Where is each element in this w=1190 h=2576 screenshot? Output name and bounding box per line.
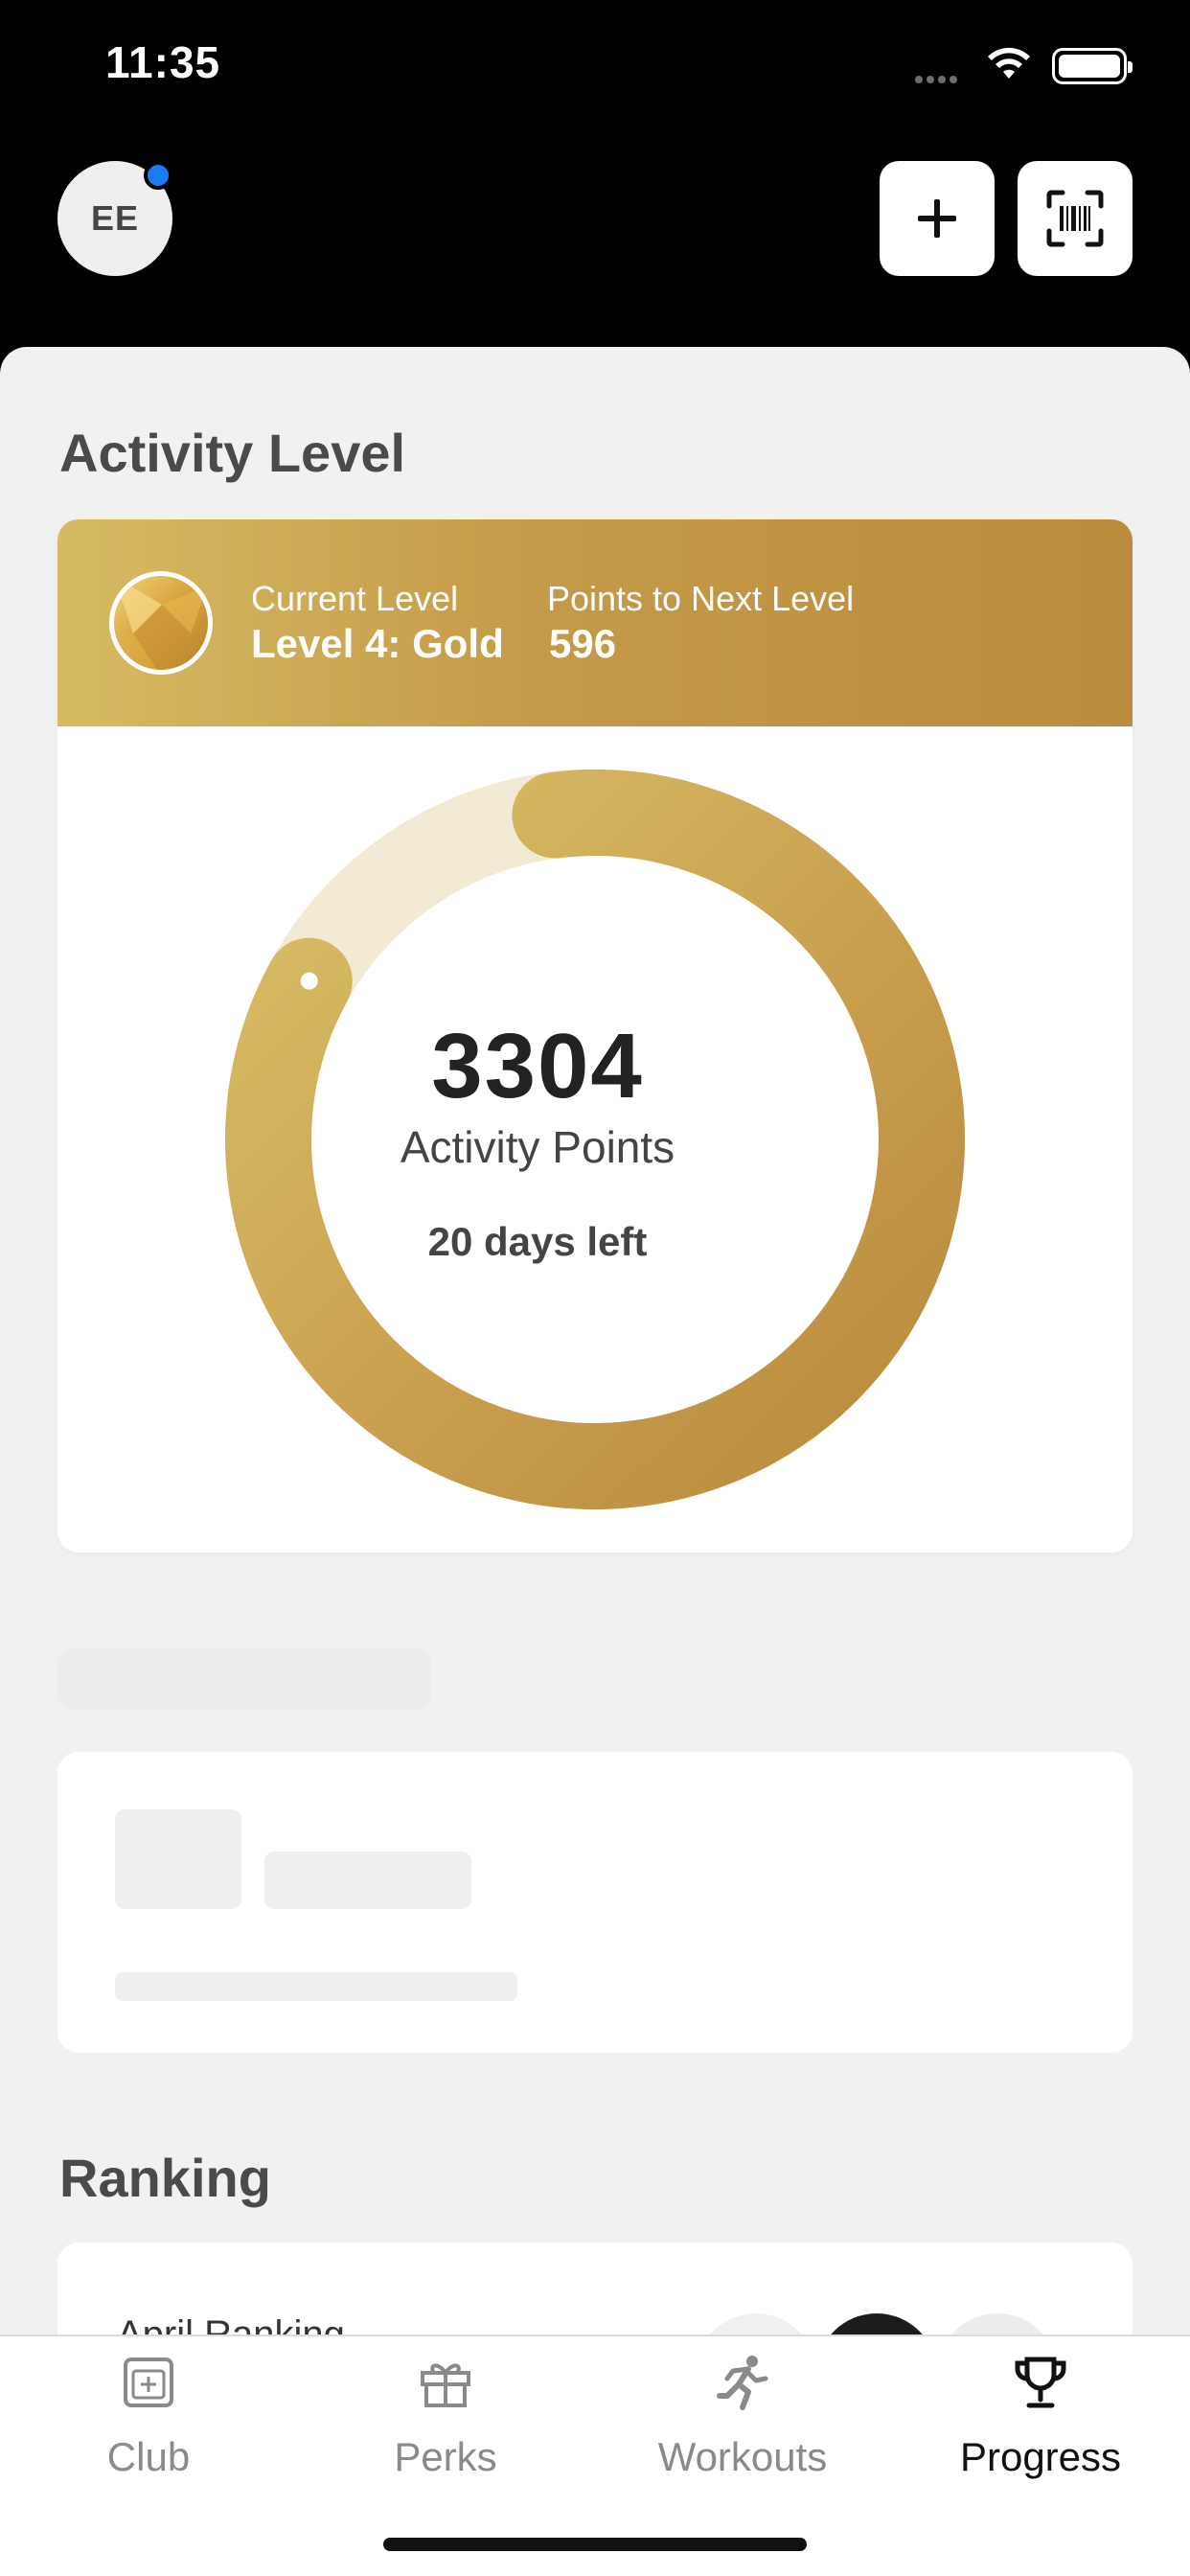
- battery-icon: [1052, 48, 1133, 84]
- gift-icon: [421, 2363, 470, 2407]
- scan-barcode-button[interactable]: [1018, 161, 1133, 276]
- loading-placeholder-line: [115, 1972, 517, 2001]
- loading-placeholder-card: [57, 1752, 1133, 2053]
- status-bar: 11:35: [0, 0, 1190, 134]
- activity-level-title: Activity Level: [59, 423, 406, 483]
- barcode-scan-icon: [1046, 190, 1104, 247]
- current-level-label: Current Level: [251, 579, 459, 618]
- tab-workouts[interactable]: Workouts: [594, 2336, 891, 2499]
- club-icon: [124, 2358, 173, 2407]
- home-indicator: [383, 2538, 807, 2551]
- tab-club-label: Club: [106, 2434, 191, 2479]
- wifi-icon: [988, 47, 1030, 79]
- points-to-next-level-value: 596: [549, 621, 617, 666]
- ring-progress-marker: [300, 972, 318, 990]
- ranking-title: Ranking: [59, 2148, 271, 2208]
- activity-points-label: Activity Points: [400, 1122, 675, 1172]
- days-left-label: 20 days left: [427, 1219, 648, 1264]
- level-banner: Current Level Level 4: Gold Points to Ne…: [57, 519, 1133, 726]
- tab-workouts-label: Workouts: [657, 2434, 828, 2479]
- loading-placeholder-title: [57, 1648, 431, 1710]
- tab-perks[interactable]: Perks: [297, 2336, 594, 2499]
- tab-progress[interactable]: Progress: [892, 2336, 1189, 2499]
- loading-placeholder-block: [264, 1852, 471, 1909]
- tab-progress-label: Progress: [959, 2434, 1122, 2479]
- tab-club[interactable]: Club: [0, 2336, 297, 2499]
- add-button[interactable]: [880, 161, 995, 276]
- status-time: 11:35: [105, 37, 221, 87]
- plus-icon: [918, 199, 956, 238]
- signal-icon: [915, 71, 961, 88]
- points-to-next-level-label: Points to Next Level: [547, 579, 855, 618]
- activity-points-value: 3304: [431, 1015, 644, 1117]
- gold-medal-icon: [109, 571, 213, 675]
- running-icon: [717, 2356, 768, 2410]
- tab-perks-label: Perks: [394, 2434, 497, 2479]
- notification-dot: [144, 161, 172, 190]
- current-level-value: Level 4: Gold: [251, 621, 504, 666]
- loading-placeholder-block: [115, 1809, 241, 1909]
- trophy-icon: [1015, 2357, 1066, 2408]
